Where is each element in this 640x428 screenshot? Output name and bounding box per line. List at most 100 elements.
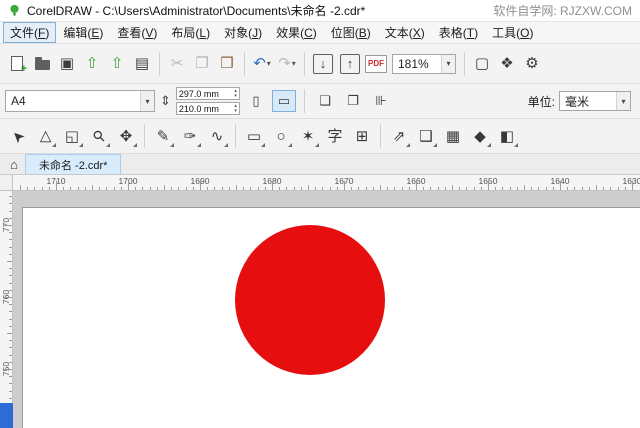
ruler-tick [617, 187, 619, 190]
page-width-field[interactable]: 297.0 mm ▴ ▾ [175, 87, 240, 100]
menu-item-B[interactable]: 位图(B) [324, 22, 378, 43]
paste-button[interactable]: ❒ [215, 52, 239, 76]
menu-item-J[interactable]: 对象(J) [217, 22, 269, 43]
ruler-tick [416, 181, 417, 190]
title-bar: CorelDRAW - C:\Users\Administrator\Docum… [0, 0, 640, 22]
canvas[interactable] [13, 191, 640, 428]
drop-shadow-tool[interactable]: ❑ [413, 123, 439, 149]
menu-item-O[interactable]: 工具(O) [485, 22, 540, 43]
horizontal-ruler[interactable]: 171017001690168016701660165016401630 [13, 175, 640, 190]
ruler-tick [272, 181, 273, 190]
width-spinner[interactable]: ▴ ▾ [234, 88, 237, 99]
drawing-scale-button[interactable]: ⊪ [369, 90, 393, 112]
ruler-tick [63, 187, 65, 190]
ruler-tick [99, 187, 101, 190]
freehand-tool-icon: ✎ [156, 127, 170, 145]
menu-item-F[interactable]: 文件(F) [3, 22, 57, 43]
document-tab[interactable]: 未命名 -2.cdr* [25, 154, 122, 174]
freehand-tool[interactable]: ✎ [150, 123, 176, 149]
spinner-down-icon[interactable]: ▾ [234, 93, 237, 99]
table-tool[interactable]: ⊞ [349, 123, 375, 149]
page-height-field[interactable]: 210.0 mm ▴ ▾ [175, 102, 240, 115]
ruler-tick [92, 185, 93, 190]
chevron-down-icon[interactable]: ▾ [292, 59, 296, 68]
ruler-tick [185, 187, 187, 190]
bezier-tool[interactable]: ∿ [204, 123, 230, 149]
pan-tool-icon: ✥ [119, 127, 133, 145]
print-button[interactable]: ▤ [130, 52, 154, 76]
ruler-tick [473, 187, 475, 190]
export-icon: ↑ [346, 56, 354, 71]
full-screen-preview-button[interactable]: ▢ [470, 52, 494, 76]
chevron-down-icon[interactable]: ▾ [616, 92, 630, 110]
shape-tool[interactable]: ▷ [32, 123, 58, 149]
facing-pages-button[interactable]: ❐ [341, 90, 365, 112]
menu-item-C[interactable]: 效果(C) [269, 22, 324, 43]
ruler-tick [567, 187, 569, 190]
new-document-button[interactable]: + [5, 52, 29, 76]
menu-item-X[interactable]: 文本(X) [378, 22, 432, 43]
options-icon: ⚙ [525, 55, 539, 72]
open-button[interactable] [30, 52, 54, 76]
page-size-combo[interactable]: A4 ▾ [5, 90, 155, 112]
rectangle-tool[interactable]: ▭ [241, 123, 267, 149]
ruler-tick [9, 340, 12, 342]
plus-badge-icon: + [20, 63, 27, 75]
ruler-tick [3, 369, 12, 370]
save-icon: ▣ [59, 55, 75, 72]
ruler-tick [250, 187, 252, 190]
eyedropper-tool[interactable]: ◆ [467, 123, 493, 149]
page-shape-circle[interactable] [235, 225, 385, 375]
window-layout-button[interactable]: ❖ [495, 52, 519, 76]
standard-toolbar: + ▣ ⇧ ⇧ ▤ ✂ ❐ ❒ ↶ ▾ ↷ ▾ ↓ ↑ PDF 181% ▾ ▢ ❖ ⚙ [0, 44, 640, 84]
transparency-tool[interactable]: ▦ [440, 123, 466, 149]
all-pages-button[interactable]: ❏ [313, 90, 337, 112]
ruler-tick [495, 187, 497, 190]
toolbox: ➤ ▷ ◱ ⚲ ✥ ✎ ✑ ∿ ▭ ○ ✶ 字 ⊞ ⇗ ❑ ▦ ◆ ◧ [0, 119, 640, 154]
ellipse-tool[interactable]: ○ [268, 123, 294, 149]
crop-tool-icon: ◱ [64, 127, 80, 145]
interactive-fill-tool[interactable]: ◧ [494, 123, 520, 149]
spinner-down-icon[interactable]: ▾ [234, 108, 237, 114]
ruler-origin-corner[interactable] [0, 175, 13, 190]
units-combo[interactable]: 毫米 ▾ [559, 91, 631, 111]
chevron-down-icon[interactable]: ▾ [267, 59, 271, 68]
ruler-tick [3, 297, 12, 298]
undo-button[interactable]: ↶ ▾ [250, 52, 274, 76]
crop-tool[interactable]: ◱ [59, 123, 85, 149]
menu-item-V[interactable]: 查看(V) [110, 22, 164, 43]
ruler-tick [329, 187, 331, 190]
toolbar-separator [144, 124, 145, 148]
zoom-level-combo[interactable]: 181% ▾ [392, 53, 456, 74]
vertical-ruler[interactable]: 770 760 750 [0, 191, 13, 428]
landscape-button[interactable]: ▭ [271, 90, 296, 112]
save-button[interactable]: ▣ [55, 52, 79, 76]
toolbar-separator [464, 51, 465, 76]
polygon-tool[interactable]: ✶ [295, 123, 321, 149]
artistic-media-tool[interactable]: ✑ [177, 123, 203, 149]
window-layout-icon: ❖ [500, 55, 514, 72]
chevron-down-icon[interactable]: ▾ [441, 54, 455, 73]
dimension-tool[interactable]: ⇗ [386, 123, 412, 149]
menu-item-E[interactable]: 编辑(E) [56, 22, 110, 43]
export-button[interactable]: ↑ [340, 53, 360, 74]
open-from-cloud-button[interactable]: ⇧ [80, 52, 104, 76]
home-button[interactable]: ⌂ [3, 154, 25, 174]
document-tab-bar: ⌂ 未命名 -2.cdr* [0, 154, 640, 175]
chevron-down-icon[interactable]: ▾ [140, 91, 154, 111]
ruler-tick [178, 187, 180, 190]
import-button[interactable]: ↓ [313, 53, 333, 74]
height-spinner[interactable]: ▴ ▾ [234, 103, 237, 114]
pick-tool[interactable]: ➤ [5, 123, 31, 149]
menu-item-T[interactable]: 表格(T) [432, 22, 485, 43]
text-tool[interactable]: 字 [322, 123, 348, 149]
options-button[interactable]: ⚙ [520, 52, 544, 76]
ruler-tick [128, 181, 129, 190]
pan-tool[interactable]: ✥ [113, 123, 139, 149]
ruler-tick [77, 187, 79, 190]
save-to-cloud-button[interactable]: ⇧ [105, 52, 129, 76]
menu-item-L[interactable]: 布局(L) [164, 22, 217, 43]
portrait-button[interactable]: ▯ [244, 90, 268, 112]
publish-to-pdf-button[interactable]: PDF [364, 52, 388, 76]
zoom-tool[interactable]: ⚲ [86, 123, 112, 149]
